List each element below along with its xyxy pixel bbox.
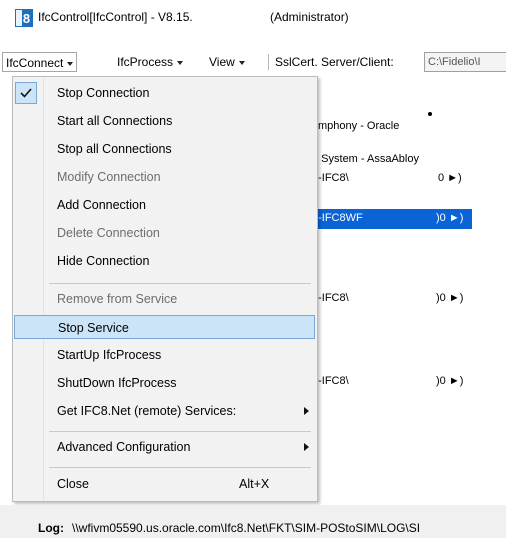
menu-item-shutdown-ifcprocess[interactable]: ShutDown IfcProcess [13,371,317,395]
menu-item-shortcut: Alt+X [239,477,270,491]
menu-ifcconnect-label: IfcConnect [6,56,64,70]
bg-item-text: mphony - Oracle [318,120,400,132]
menu-item-label: Close [57,477,89,491]
submenu-arrow-icon [304,443,309,451]
bg-item-text: g System - AssaAbloy [312,153,419,165]
menu-item-label: Delete Connection [57,226,160,240]
menu-item-label: ShutDown IfcProcess [57,376,177,390]
log-bar: Log: \\wfivm05590.us.oracle.com\Ifc8.Net… [0,505,506,538]
menu-item-delete-connection[interactable]: Delete Connection [13,221,317,245]
menu-separator [268,54,269,70]
log-path[interactable]: \\wfivm05590.us.oracle.com\Ifc8.Net\FKT\… [72,521,420,535]
menu-item-startup-ifcprocess[interactable]: StartUp IfcProcess [13,343,317,367]
menu-item-label: Advanced Configuration [57,440,191,454]
ifcconnect-dropdown-menu: Stop Connection Start all Connections St… [12,76,318,502]
menu-ifcprocess[interactable]: IfcProcess [114,52,186,72]
menu-item-start-all-connections[interactable]: Start all Connections [13,109,317,133]
chevron-down-icon [177,60,184,65]
sslcert-label: SslCert. Server/Client: [275,55,394,69]
menu-item-stop-connection[interactable]: Stop Connection [13,81,317,105]
submenu-arrow-icon [304,407,309,415]
menu-item-label: Get IFC8.Net (remote) Services: [57,404,237,418]
menu-item-label: Stop Service [58,321,129,335]
app-icon: 8 [15,9,33,27]
menu-item-hide-connection[interactable]: Hide Connection [13,249,317,273]
menu-item-label: StartUp IfcProcess [57,348,162,362]
svg-text:8: 8 [23,11,30,26]
menu-view[interactable]: View [206,52,248,72]
menu-item-label: Stop Connection [57,86,150,100]
bg-item-text: )0 ►) [436,375,464,387]
status-dot-icon [428,112,432,116]
menu-item-label: Add Connection [57,198,146,212]
menu-ifcconnect[interactable]: IfcConnect [2,52,78,72]
window-admin-label: (Administrator) [270,10,349,24]
menu-item-advanced-configuration[interactable]: Advanced Configuration [13,435,317,459]
menu-item-label: Start all Connections [57,114,173,128]
menu-item-label: Stop all Connections [57,142,172,156]
menu-item-modify-connection[interactable]: Modify Connection [13,165,317,189]
bg-item-text: )0 ►) [436,292,464,304]
menu-separator [49,283,311,284]
chevron-down-icon [238,60,245,65]
menu-item-label: Hide Connection [57,254,150,268]
menu-view-label: View [209,55,235,69]
menu-separator [49,431,311,432]
bg-item-text: 0 ►) [438,172,462,184]
title-bar: 8 IfcControl[IfcControl] - V8.15. (Admin… [0,0,506,36]
menu-item-label: Remove from Service [57,292,178,306]
menu-item-label: Modify Connection [57,170,161,184]
log-label: Log: [38,521,64,535]
chevron-down-icon [67,61,74,66]
menu-item-close[interactable]: Close Alt+X [13,472,317,496]
bg-item-text: )0 ►) [436,212,464,224]
bg-item-text: e-IFC8WF [312,212,363,224]
menu-item-stop-service[interactable]: Stop Service [14,315,315,339]
checkmark-icon [15,82,37,104]
menu-ifcprocess-label: IfcProcess [117,55,174,69]
window-title: IfcControl[IfcControl] - V8.15. [38,10,193,24]
menu-item-add-connection[interactable]: Add Connection [13,193,317,217]
menu-item-remove-from-service[interactable]: Remove from Service [13,287,317,311]
menu-item-stop-all-connections[interactable]: Stop all Connections [13,137,317,161]
menu-item-get-remote-services[interactable]: Get IFC8.Net (remote) Services: [13,399,317,423]
path-field[interactable]: C:\Fidelio\I [424,52,506,72]
selected-row[interactable]: e-IFC8WF )0 ►) [312,209,472,229]
menu-separator [49,467,311,468]
